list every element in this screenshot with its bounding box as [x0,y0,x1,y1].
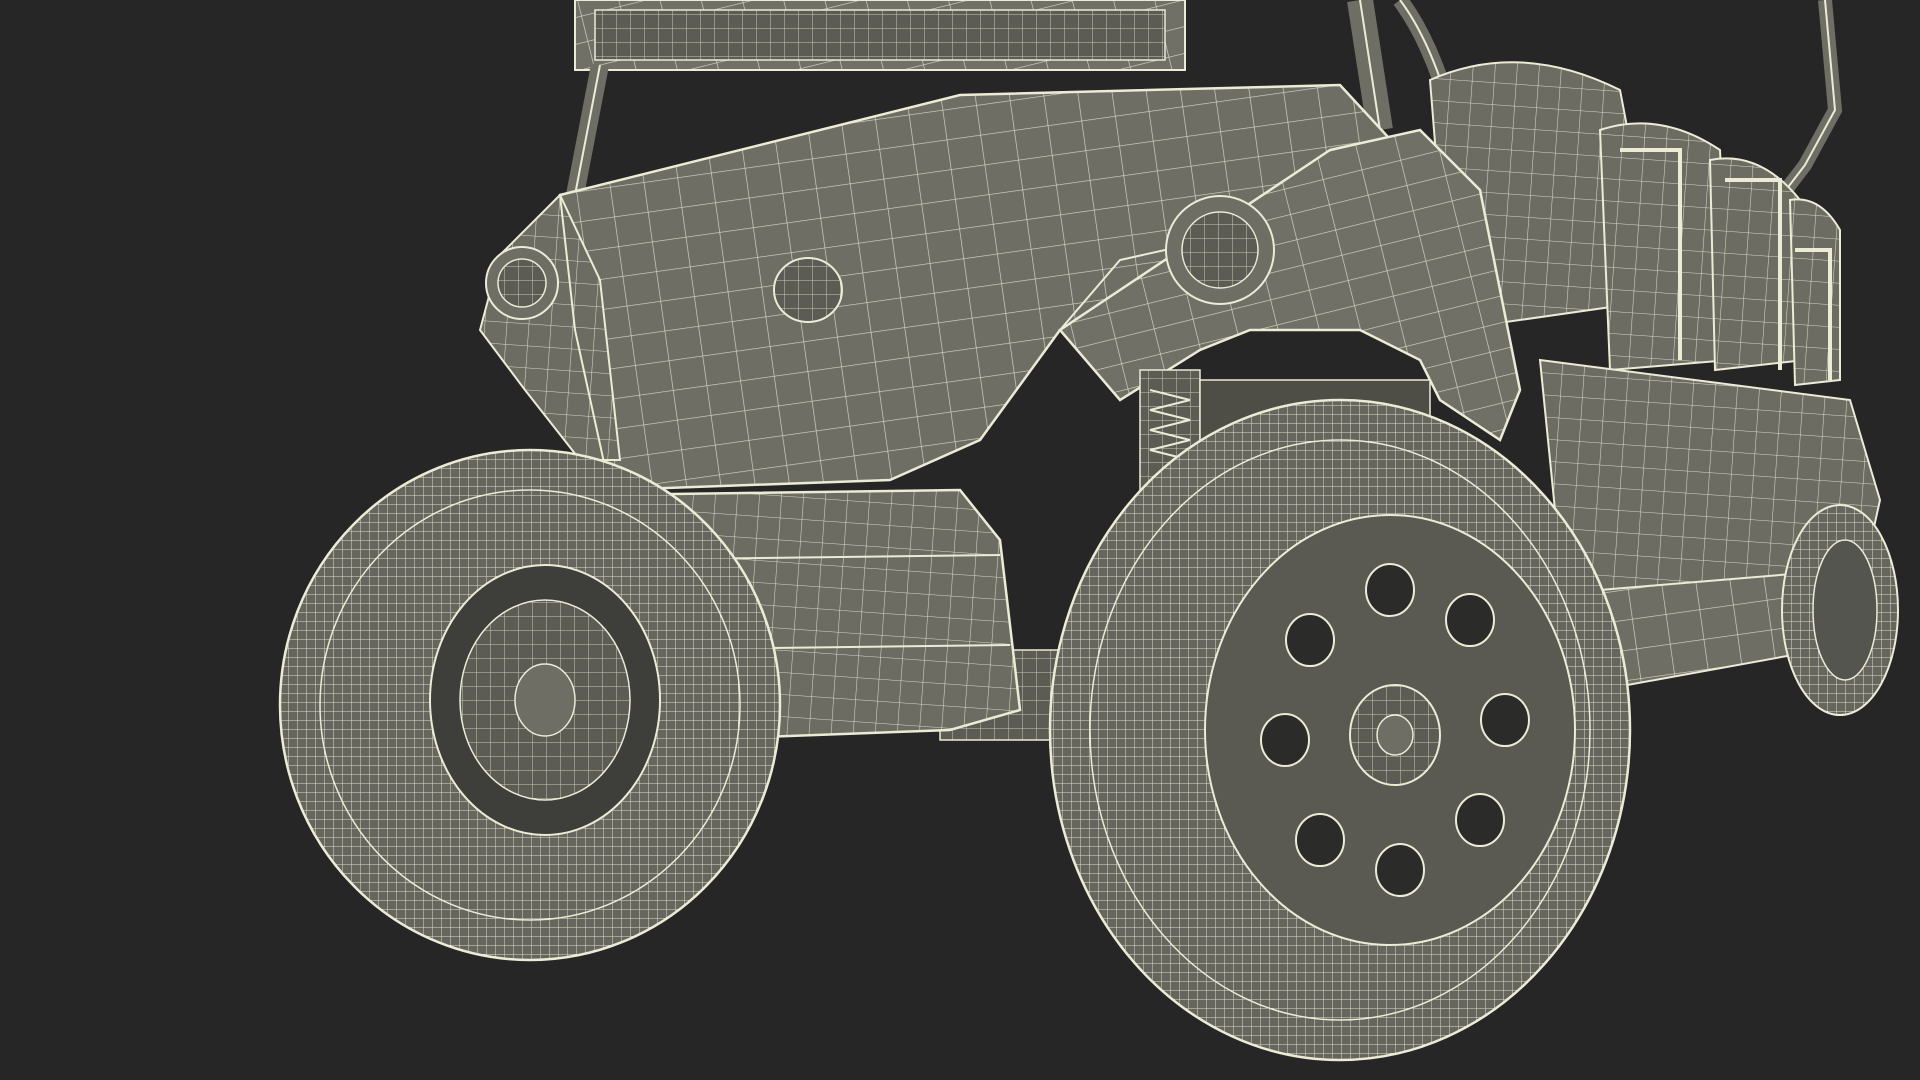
front-emblem [773,257,843,323]
wireframe-render [278,0,1899,1062]
front-right-wheel [1048,398,1632,1062]
viewport [0,0,1920,1080]
front-left-wheel [278,448,782,962]
rear-wheel [1781,504,1899,716]
